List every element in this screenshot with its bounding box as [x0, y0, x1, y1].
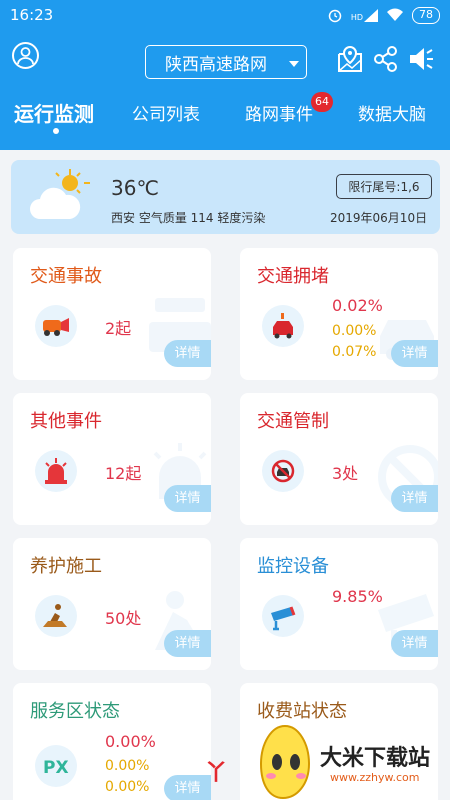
- card-sub-value: 0.00%: [332, 323, 377, 339]
- detail-button[interactable]: 详情: [164, 775, 211, 800]
- weather-date: 2019年06月10日: [330, 211, 428, 225]
- battery-icon: 78: [412, 6, 440, 24]
- card-traffic-congestion[interactable]: 交通拥堵 0.02% 0.00% 0.07% 详情: [240, 248, 438, 380]
- plate-limit-badge: 限行尾号:1,6: [336, 174, 432, 199]
- detail-button[interactable]: 详情: [164, 485, 211, 512]
- chevron-down-icon: [289, 61, 299, 67]
- weather-card[interactable]: 36℃ 西安 空气质量 114 轻度污染 限行尾号:1,6 2019年06月10…: [11, 160, 440, 234]
- tab-data-brain[interactable]: 数据大脑: [358, 100, 426, 125]
- card-title: 交通事故: [30, 266, 102, 287]
- temperature: 36℃: [111, 176, 159, 200]
- camera-icon: [262, 595, 304, 637]
- car-crash-icon: [35, 305, 77, 347]
- card-title: 养护施工: [30, 556, 102, 577]
- map-pin-icon[interactable]: [336, 44, 364, 74]
- card-traffic-accident[interactable]: 交通事故 2起 详情: [13, 248, 211, 380]
- sound-icon[interactable]: [408, 44, 436, 74]
- card-value: 0.00%: [105, 732, 156, 751]
- status-icons: HD 78: [327, 6, 440, 24]
- wifi-icon: [387, 8, 403, 21]
- card-title: 其他事件: [30, 411, 102, 432]
- signal-label: HD: [350, 12, 363, 22]
- watermark-brand: 大米下载站: [320, 746, 431, 771]
- svg-text:PX: PX: [43, 758, 69, 778]
- watermark-url: www.zzhyw.com: [330, 771, 420, 784]
- card-title: 交通拥堵: [257, 266, 329, 287]
- card-value: 50处: [105, 609, 142, 628]
- card-sub-value: 0.07%: [332, 344, 377, 360]
- alarm-icon: [328, 9, 342, 23]
- card-sub-value: 0.00%: [105, 758, 150, 774]
- tab-road-events[interactable]: 路网事件: [245, 100, 313, 125]
- card-value: 3处: [332, 464, 359, 483]
- card-title: 监控设备: [257, 556, 329, 577]
- no-car-icon: [262, 450, 304, 492]
- siren-icon: [35, 450, 77, 492]
- signal-icon: HD: [350, 8, 378, 22]
- network-select-label: 陕西高速路网: [165, 54, 267, 75]
- card-maintenance[interactable]: 养护施工 50处 详情: [13, 538, 211, 670]
- detail-button[interactable]: 详情: [391, 630, 438, 657]
- card-value: 12起: [105, 464, 142, 483]
- detail-button[interactable]: 详情: [391, 340, 438, 367]
- worker-icon: [35, 595, 77, 637]
- sun-cloud-icon: [30, 169, 90, 219]
- active-tab-indicator: [53, 128, 59, 134]
- status-time: 16:23: [10, 6, 54, 24]
- event-count-badge: 64: [311, 92, 333, 112]
- card-monitoring-devices[interactable]: 监控设备 9.85% 详情: [240, 538, 438, 670]
- tab-monitoring[interactable]: 运行监测: [14, 98, 94, 127]
- card-service-area-status[interactable]: 服务区状态 PX 0.00% 0.00% 0.00% 详情: [13, 683, 211, 800]
- detail-button[interactable]: 详情: [164, 630, 211, 657]
- card-value: 9.85%: [332, 587, 383, 606]
- card-title: 交通管制: [257, 411, 329, 432]
- detail-button[interactable]: 详情: [391, 485, 438, 512]
- card-sub-value: 0.00%: [105, 779, 150, 795]
- px-icon: PX: [35, 745, 77, 787]
- tab-bar: 运行监测 公司列表 路网事件 数据大脑: [0, 92, 450, 132]
- traffic-jam-icon: [262, 305, 304, 347]
- card-value: 2起: [105, 319, 132, 338]
- air-quality-info: 西安 空气质量 114 轻度污染: [111, 211, 266, 225]
- watermark-logo-text: 丫: [205, 761, 228, 786]
- status-bar: 16:23 HD 78: [0, 0, 450, 30]
- card-traffic-control[interactable]: 交通管制 3处 详情: [240, 393, 438, 525]
- share-icon[interactable]: [372, 44, 400, 74]
- network-select[interactable]: 陕西高速路网: [145, 45, 307, 79]
- detail-button[interactable]: 详情: [164, 340, 211, 367]
- tab-company-list[interactable]: 公司列表: [132, 100, 200, 125]
- card-value: 0.02%: [332, 296, 383, 315]
- card-title: 服务区状态: [30, 701, 120, 722]
- card-other-events[interactable]: 其他事件 12起 详情: [13, 393, 211, 525]
- app-header: 陕西高速路网 运行监测 公司列表 路网事件 数据大脑 64: [0, 30, 450, 150]
- avatar-icon[interactable]: [12, 42, 39, 69]
